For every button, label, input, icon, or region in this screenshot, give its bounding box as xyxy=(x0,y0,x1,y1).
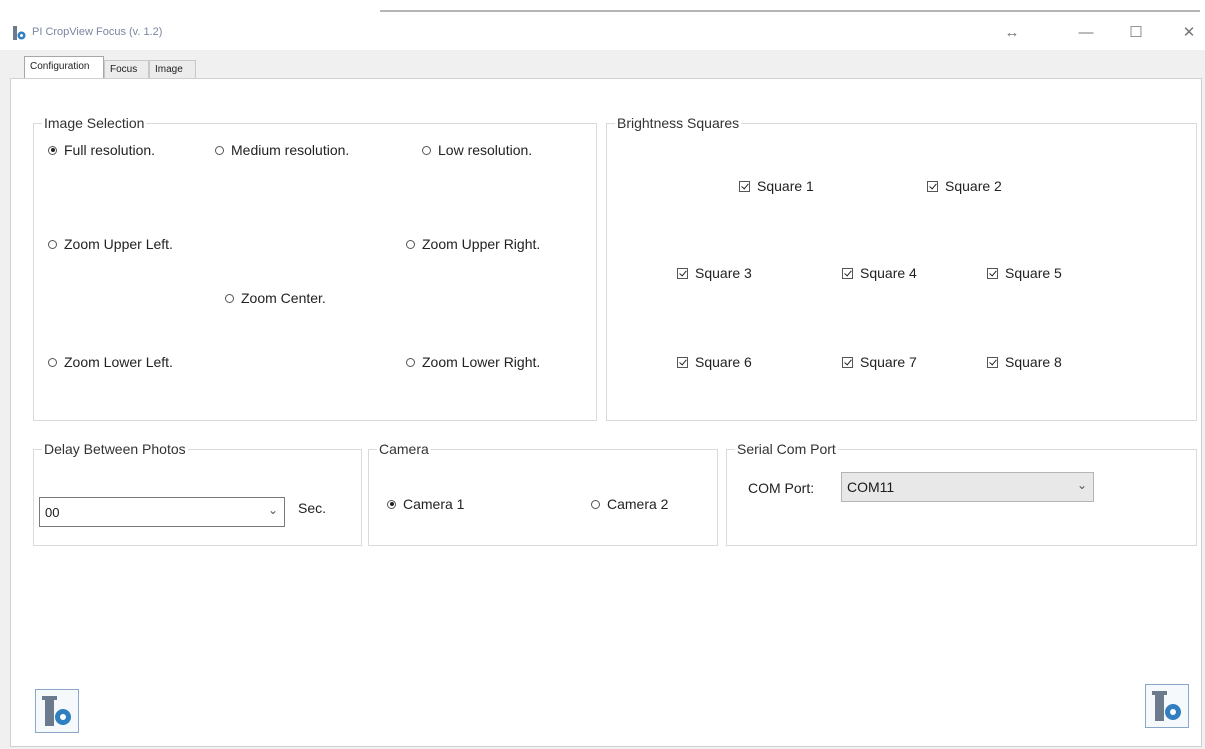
window-title: PI CropView Focus (v. 1.2) xyxy=(32,26,163,38)
radio-indicator xyxy=(48,239,57,249)
radio-label: Zoom Center. xyxy=(241,290,326,306)
radio-label: Medium resolution. xyxy=(231,142,350,158)
chevron-down-icon: ⌄ xyxy=(1076,478,1087,492)
logo-button-left[interactable] xyxy=(35,689,79,733)
camera-legend: Camera xyxy=(377,441,431,457)
radio-indicator xyxy=(387,499,396,509)
delay-unit-label: Sec. xyxy=(298,500,327,516)
checkbox-indicator xyxy=(739,180,750,192)
delay-legend: Delay Between Photos xyxy=(42,441,188,457)
delay-group: Delay Between Photos 00 ⌄ Sec. xyxy=(33,441,362,546)
radio-camera-1[interactable]: Camera 1 xyxy=(387,496,464,512)
checkbox-indicator xyxy=(842,267,853,279)
close-icon[interactable]: ✕ xyxy=(1175,18,1203,46)
checkbox-label: Square 3 xyxy=(695,265,752,281)
checkbox-indicator xyxy=(842,356,853,368)
top-divider xyxy=(380,10,1200,12)
com-port-value: COM11 xyxy=(847,479,895,495)
radio-full-resolution[interactable]: Full resolution. xyxy=(48,142,155,158)
chevron-down-icon: ⌄ xyxy=(267,503,278,517)
radio-medium-resolution[interactable]: Medium resolution. xyxy=(215,142,349,158)
app-logo-icon xyxy=(42,696,71,726)
radio-camera-2[interactable]: Camera 2 xyxy=(591,496,668,512)
checkbox-square-3[interactable]: Square 3 xyxy=(677,265,752,281)
radio-indicator xyxy=(406,239,415,249)
checkbox-indicator xyxy=(927,180,938,192)
com-port-label: COM Port: xyxy=(748,480,815,496)
radio-indicator xyxy=(48,145,57,155)
radio-indicator xyxy=(422,145,431,155)
radio-label: Camera 1 xyxy=(403,496,465,512)
configuration-panel: Image Selection Full resolution. Medium … xyxy=(10,78,1202,747)
radio-zoom-upper-left[interactable]: Zoom Upper Left. xyxy=(48,236,173,252)
radio-label: Camera 2 xyxy=(607,496,669,512)
top-strip xyxy=(0,0,1205,14)
app-logo-icon xyxy=(12,26,26,40)
radio-zoom-lower-right[interactable]: Zoom Lower Right. xyxy=(406,354,540,370)
logo-button-right[interactable] xyxy=(1145,684,1189,728)
resize-icon[interactable]: ↔ xyxy=(998,18,1026,46)
checkbox-indicator xyxy=(987,356,998,368)
delay-select[interactable]: 00 ⌄ xyxy=(39,497,285,527)
radio-label: Zoom Upper Left. xyxy=(64,236,173,252)
checkbox-square-8[interactable]: Square 8 xyxy=(987,354,1062,370)
radio-label: Zoom Lower Right. xyxy=(422,354,541,370)
checkbox-square-2[interactable]: Square 2 xyxy=(927,178,1002,194)
checkbox-label: Square 7 xyxy=(860,354,917,370)
checkbox-indicator xyxy=(677,267,688,279)
image-selection-legend: Image Selection xyxy=(42,115,147,131)
checkbox-label: Square 1 xyxy=(757,178,814,194)
radio-indicator xyxy=(225,293,234,303)
checkbox-label: Square 6 xyxy=(695,354,752,370)
camera-group: Camera Camera 1 Camera 2 xyxy=(368,441,718,546)
checkbox-square-1[interactable]: Square 1 xyxy=(739,178,814,194)
tab-image[interactable]: Image xyxy=(149,60,196,78)
radio-indicator xyxy=(591,499,600,509)
image-selection-group: Image Selection Full resolution. Medium … xyxy=(33,115,597,421)
checkbox-label: Square 8 xyxy=(1005,354,1062,370)
radio-label: Zoom Lower Left. xyxy=(64,354,173,370)
radio-indicator xyxy=(48,357,57,367)
radio-zoom-center[interactable]: Zoom Center. xyxy=(225,290,326,306)
minimize-icon[interactable]: — xyxy=(1072,18,1100,46)
radio-indicator xyxy=(215,145,224,155)
radio-label: Low resolution. xyxy=(438,142,533,158)
checkbox-label: Square 5 xyxy=(1005,265,1062,281)
title-bar: PI CropView Focus (v. 1.2) ↔ — ☐ ✕ xyxy=(0,14,1205,50)
tab-strip: Configuration Focus Image xyxy=(0,50,1205,79)
tab-configuration[interactable]: Configuration xyxy=(24,56,104,79)
checkbox-indicator xyxy=(677,356,688,368)
checkbox-indicator xyxy=(987,267,998,279)
delay-value: 00 xyxy=(45,505,60,520)
radio-indicator xyxy=(406,357,415,367)
com-port-select[interactable]: COM11 ⌄ xyxy=(841,472,1094,502)
radio-zoom-lower-left[interactable]: Zoom Lower Left. xyxy=(48,354,173,370)
radio-low-resolution[interactable]: Low resolution. xyxy=(422,142,532,158)
app-logo-icon xyxy=(1152,691,1181,721)
brightness-squares-group: Brightness Squares Square 1 Square 2 Squ… xyxy=(606,115,1197,421)
brightness-squares-legend: Brightness Squares xyxy=(615,115,742,131)
maximize-icon[interactable]: ☐ xyxy=(1122,18,1150,46)
checkbox-square-5[interactable]: Square 5 xyxy=(987,265,1062,281)
tab-focus[interactable]: Focus xyxy=(104,60,149,78)
checkbox-square-4[interactable]: Square 4 xyxy=(842,265,917,281)
checkbox-square-6[interactable]: Square 6 xyxy=(677,354,752,370)
serial-com-port-legend: Serial Com Port xyxy=(735,441,838,457)
checkbox-square-7[interactable]: Square 7 xyxy=(842,354,917,370)
radio-label: Zoom Upper Right. xyxy=(422,236,541,252)
checkbox-label: Square 2 xyxy=(945,178,1002,194)
checkbox-label: Square 4 xyxy=(860,265,917,281)
radio-label: Full resolution. xyxy=(64,142,156,158)
radio-zoom-upper-right[interactable]: Zoom Upper Right. xyxy=(406,236,540,252)
serial-com-port-group: Serial Com Port COM Port: COM11 ⌄ xyxy=(726,441,1197,546)
